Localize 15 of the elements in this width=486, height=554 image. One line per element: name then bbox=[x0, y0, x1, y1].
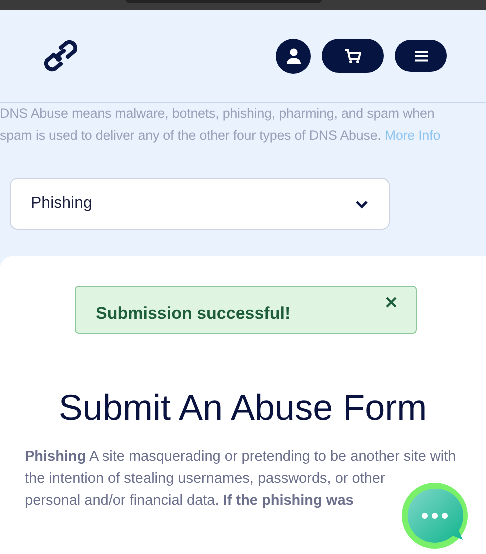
menu-icon bbox=[414, 50, 428, 62]
alert-message: Submission successful! bbox=[96, 303, 291, 325]
abuse-type-select[interactable]: Phishing bbox=[10, 178, 390, 230]
description-text: Phishing A site masquerading or pretending to be another site with the intention of stealing usernames, passwords, or other personal and/or financial data. If the phishing was bbox=[25, 448, 458, 511]
account-button[interactable] bbox=[276, 38, 311, 74]
chevron-down-icon bbox=[355, 200, 369, 208]
cart-icon bbox=[345, 48, 361, 64]
close-icon[interactable] bbox=[386, 297, 397, 308]
intro-text: DNS Abuse means malware, botnets, phishing, pharming, and spam when spam is used to deliver any of the other four types of DNS Abuse. More Info bbox=[0, 105, 442, 145]
menu-button[interactable] bbox=[395, 40, 447, 72]
cart-button[interactable] bbox=[322, 39, 384, 73]
page-heading: Submit An Abuse Form bbox=[58, 386, 428, 430]
chat-dots-icon bbox=[405, 486, 465, 546]
link-logo-icon[interactable] bbox=[44, 40, 78, 72]
user-icon bbox=[286, 48, 300, 64]
